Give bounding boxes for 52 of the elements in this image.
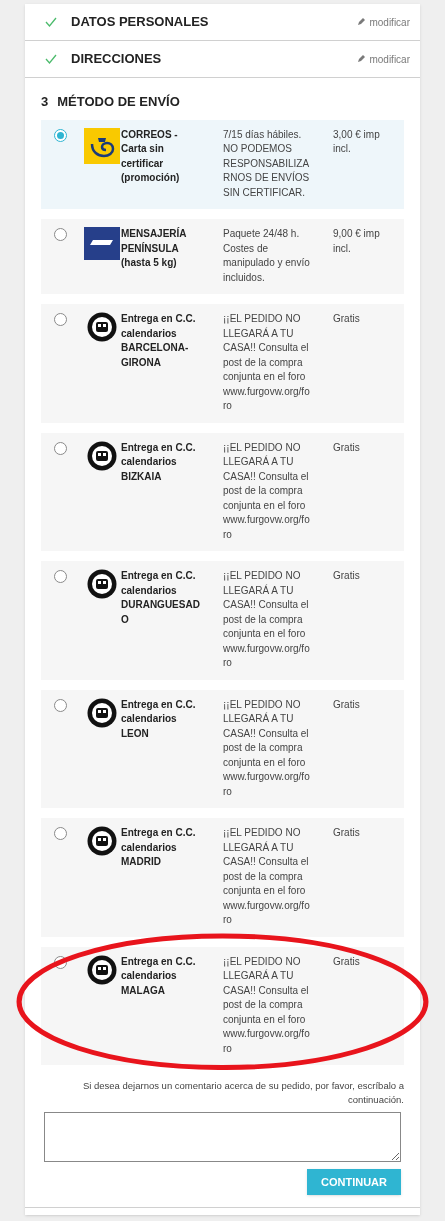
shipping-price: Gratis xyxy=(333,954,361,969)
radio-button[interactable] xyxy=(54,128,67,142)
shipping-price: Gratis xyxy=(333,440,361,455)
delivery-info: ¡¡EL PEDIDO NO LLEGARÁ A TU CASA!! Consulta el post de la compra conjunta en el foro www.furgovw.org/foro xyxy=(223,440,311,542)
delivery-info: ¡¡EL PEDIDO NO LLEGARÁ A TU CASA!! Consulta el post de la compra conjunta en el foro www.furgovw.org/foro xyxy=(223,697,311,799)
carrier-name: Entrega en C.C. calendarios LEON xyxy=(121,697,197,741)
carrier-name: CORREOS - Carta sin certificar (promoción) xyxy=(121,127,181,185)
post-horn-logo xyxy=(84,127,120,164)
shipping-price: Gratis xyxy=(333,569,361,583)
delivery-info: 7/15 días hábiles. NO PODEMOS RESPONSABILIZARNOS DE ENVÍOS SIN CERTIFICAR. xyxy=(223,127,311,200)
delivery-info: ¡¡EL PEDIDO NO LLEGARÁ A TU CASA!! Consulta el post de la compra conjunta en el foro www.furgovw.org/foro xyxy=(223,569,311,670)
carrier-name: MENSAJERÍA PENÍNSULA (hasta 5 kg) xyxy=(121,227,188,270)
shipping-price: Gratis xyxy=(333,697,361,712)
delivery-info: ¡¡EL PEDIDO NO LLEGARÁ A TU CASA!! Consulta el post de la compra conjunta en el foro www.furgovw.org/foro xyxy=(223,826,311,927)
radio-button[interactable] xyxy=(54,698,67,712)
shipping-option[interactable]: Entrega en C.C. calendarios MADRID ¡¡EL PEDIDO NO LLEGARÁ A TU CASA!! Consulta el post de la compra conjunta en el foro www.furgovw.org/foro Gratis xyxy=(41,818,404,937)
shipping-option[interactable]: CORREOS - Carta sin certificar (promoción) 7/15 días hábiles. NO PODEMOS RESPONSABILIZARNOS DE ENVÍOS SIN CERTIFICAR. 3,00 € imp incl. xyxy=(41,119,404,209)
step-number: 3 xyxy=(41,93,49,111)
radio-button[interactable] xyxy=(54,827,67,840)
carrier-name: Entrega en C.C. calendarios MALAGA xyxy=(121,954,197,998)
pencil-icon xyxy=(357,55,366,63)
carrier-name: Entrega en C.C. calendarios DURANGUESADO xyxy=(121,569,201,627)
edit-link[interactable]: modificar xyxy=(357,51,410,67)
step-title: DIRECCIONES xyxy=(71,50,163,69)
shipping-option[interactable]: Entrega en C.C. calendarios LEON ¡¡EL PEDIDO NO LLEGARÁ A TU CASA!! Consulta el post de la compra conjunta en el foro www.furgovw.org/foro Gratis xyxy=(41,689,404,808)
radio-button[interactable] xyxy=(54,313,67,326)
shipping-price: Gratis xyxy=(333,826,361,840)
delivery-info: Paquete 24/48 h. Costes de manipulado y envío incluidos. xyxy=(223,227,311,285)
edit-link[interactable]: modificar xyxy=(357,14,410,30)
delivery-info: ¡¡EL PEDIDO NO LLEGARÁ A TU CASA!! Consulta el post de la compra conjunta en el foro www.furgovw.org/foro xyxy=(223,954,311,1056)
comment-prompt: Si desea dejarnos un comentario acerca de su pedido, por favor, escríbalo a continuación. xyxy=(81,1079,404,1107)
carrier-name: Entrega en C.C. calendarios BIZKAIA xyxy=(121,440,197,484)
shipping-price: Gratis xyxy=(333,312,361,326)
radio-button[interactable] xyxy=(54,441,67,455)
shipping-option[interactable]: MENSAJERÍA PENÍNSULA (hasta 5 kg) Paquete 24/48 h. Costes de manipulado y envío incluidos. 9,00 € imp incl. xyxy=(41,219,404,294)
shipping-option[interactable]: Entrega en C.C. calendarios BARCELONA-GIRONA ¡¡EL PEDIDO NO LLEGARÁ A TU CASA!! Consulta el post de la compra conjunta en el foro www.furgovw.org/foro Gratis xyxy=(41,304,404,423)
courier-logo xyxy=(84,227,120,260)
delivery-info: ¡¡EL PEDIDO NO LLEGARÁ A TU CASA!! Consulta el post de la compra conjunta en el foro www.furgovw.org/foro xyxy=(223,312,311,413)
step-title: DATOS PERSONALES xyxy=(71,13,210,32)
check-icon xyxy=(45,17,57,27)
step-title: MÉTODO DE ENVÍO xyxy=(57,93,180,111)
pencil-icon xyxy=(357,18,366,26)
radio-button[interactable] xyxy=(54,228,67,241)
carrier-name: Entrega en C.C. calendarios MADRID xyxy=(121,826,197,869)
check-icon xyxy=(45,54,57,64)
shipping-option[interactable]: Entrega en C.C. calendarios BIZKAIA ¡¡EL PEDIDO NO LLEGARÁ A TU CASA!! Consulta el post de la compra conjunta en el foro www.furgovw.org/foro Gratis xyxy=(41,432,404,551)
radio-button[interactable] xyxy=(54,570,67,583)
shipping-price: 3,00 € imp incl. xyxy=(333,127,381,156)
carrier-name: Entrega en C.C. calendarios BARCELONA-GIRONA xyxy=(121,312,197,370)
shipping-price: 9,00 € imp incl. xyxy=(333,227,381,256)
shipping-option[interactable]: Entrega en C.C. calendarios DURANGUESADO ¡¡EL PEDIDO NO LLEGARÁ A TU CASA!! Consulta el post de la compra conjunta en el foro www.furgovw.org/foro Gratis xyxy=(41,561,404,680)
comment-field[interactable] xyxy=(44,1112,401,1162)
